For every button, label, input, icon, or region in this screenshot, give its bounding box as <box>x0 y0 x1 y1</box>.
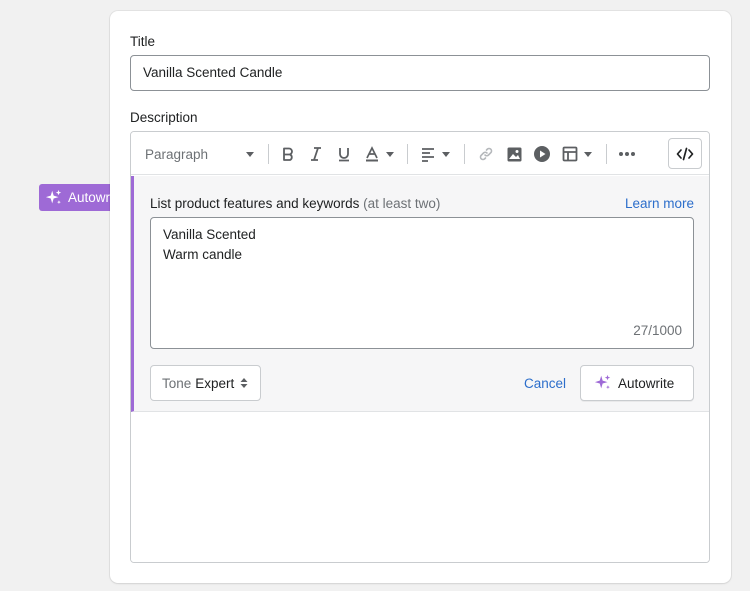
select-arrows-icon <box>240 377 248 389</box>
toolbar-divider <box>268 144 269 164</box>
character-counter: 27/1000 <box>633 323 682 338</box>
paragraph-select-label: Paragraph <box>145 146 209 162</box>
toolbar-divider <box>407 144 408 164</box>
description-editor: Paragraph List product features and keyw… <box>130 131 710 563</box>
autowrite-button-label: Autowrite <box>618 375 675 391</box>
image-icon <box>507 147 521 161</box>
paragraph-select[interactable]: Paragraph <box>145 142 255 166</box>
autowrite-panel: List product features and keywords (at l… <box>131 176 709 412</box>
caret-down-icon <box>583 152 592 157</box>
text-color-button[interactable] <box>361 142 397 166</box>
editor-toolbar: Paragraph <box>131 132 709 175</box>
image-button[interactable] <box>502 142 526 166</box>
code-view-button[interactable] <box>668 138 702 169</box>
link-icon <box>479 147 493 161</box>
learn-more-link[interactable]: Learn more <box>625 196 694 211</box>
italic-icon <box>311 147 321 161</box>
link-button[interactable] <box>474 142 498 166</box>
code-icon <box>676 147 694 160</box>
tone-value: Expert <box>195 375 235 391</box>
keyword-line: Warm candle <box>163 247 243 262</box>
cancel-button[interactable]: Cancel <box>524 376 566 391</box>
sparkle-icon <box>594 374 611 390</box>
caret-down-icon <box>246 152 254 157</box>
more-icon <box>619 152 635 156</box>
caret-down-icon <box>441 152 450 157</box>
keywords-hint: (at least two) <box>363 196 441 211</box>
tone-select[interactable]: Tone Expert <box>150 365 261 401</box>
title-label: Title <box>130 34 156 49</box>
sparkle-icon <box>45 189 62 204</box>
toolbar-divider <box>464 144 465 164</box>
keyword-line: Vanilla Scented <box>163 227 256 242</box>
table-icon <box>562 146 577 162</box>
align-button[interactable] <box>417 142 453 166</box>
product-card: Title Vanilla Scented Candle Description… <box>110 11 731 583</box>
more-button[interactable] <box>615 142 639 166</box>
align-icon <box>421 148 434 162</box>
underline-button[interactable] <box>333 142 355 166</box>
autowrite-button[interactable]: Autowrite <box>580 365 694 401</box>
keywords-label-text: List product features and keywords <box>150 196 360 211</box>
toolbar-divider <box>606 144 607 164</box>
keywords-label: List product features and keywords (at l… <box>150 196 440 211</box>
caret-down-icon <box>385 152 394 157</box>
bold-button[interactable] <box>277 142 299 166</box>
title-input[interactable]: Vanilla Scented Candle <box>130 55 710 91</box>
description-text-area[interactable] <box>131 413 709 562</box>
video-icon <box>534 146 550 162</box>
bold-icon <box>283 147 293 161</box>
table-button[interactable] <box>558 142 596 166</box>
text-color-icon <box>365 146 378 162</box>
video-button[interactable] <box>530 142 554 166</box>
italic-button[interactable] <box>305 142 327 166</box>
underline-icon <box>339 148 349 162</box>
description-label: Description <box>130 110 198 125</box>
tone-label: Tone <box>162 375 192 391</box>
keywords-textarea[interactable]: Vanilla Scented Warm candle 27/1000 <box>150 217 694 349</box>
